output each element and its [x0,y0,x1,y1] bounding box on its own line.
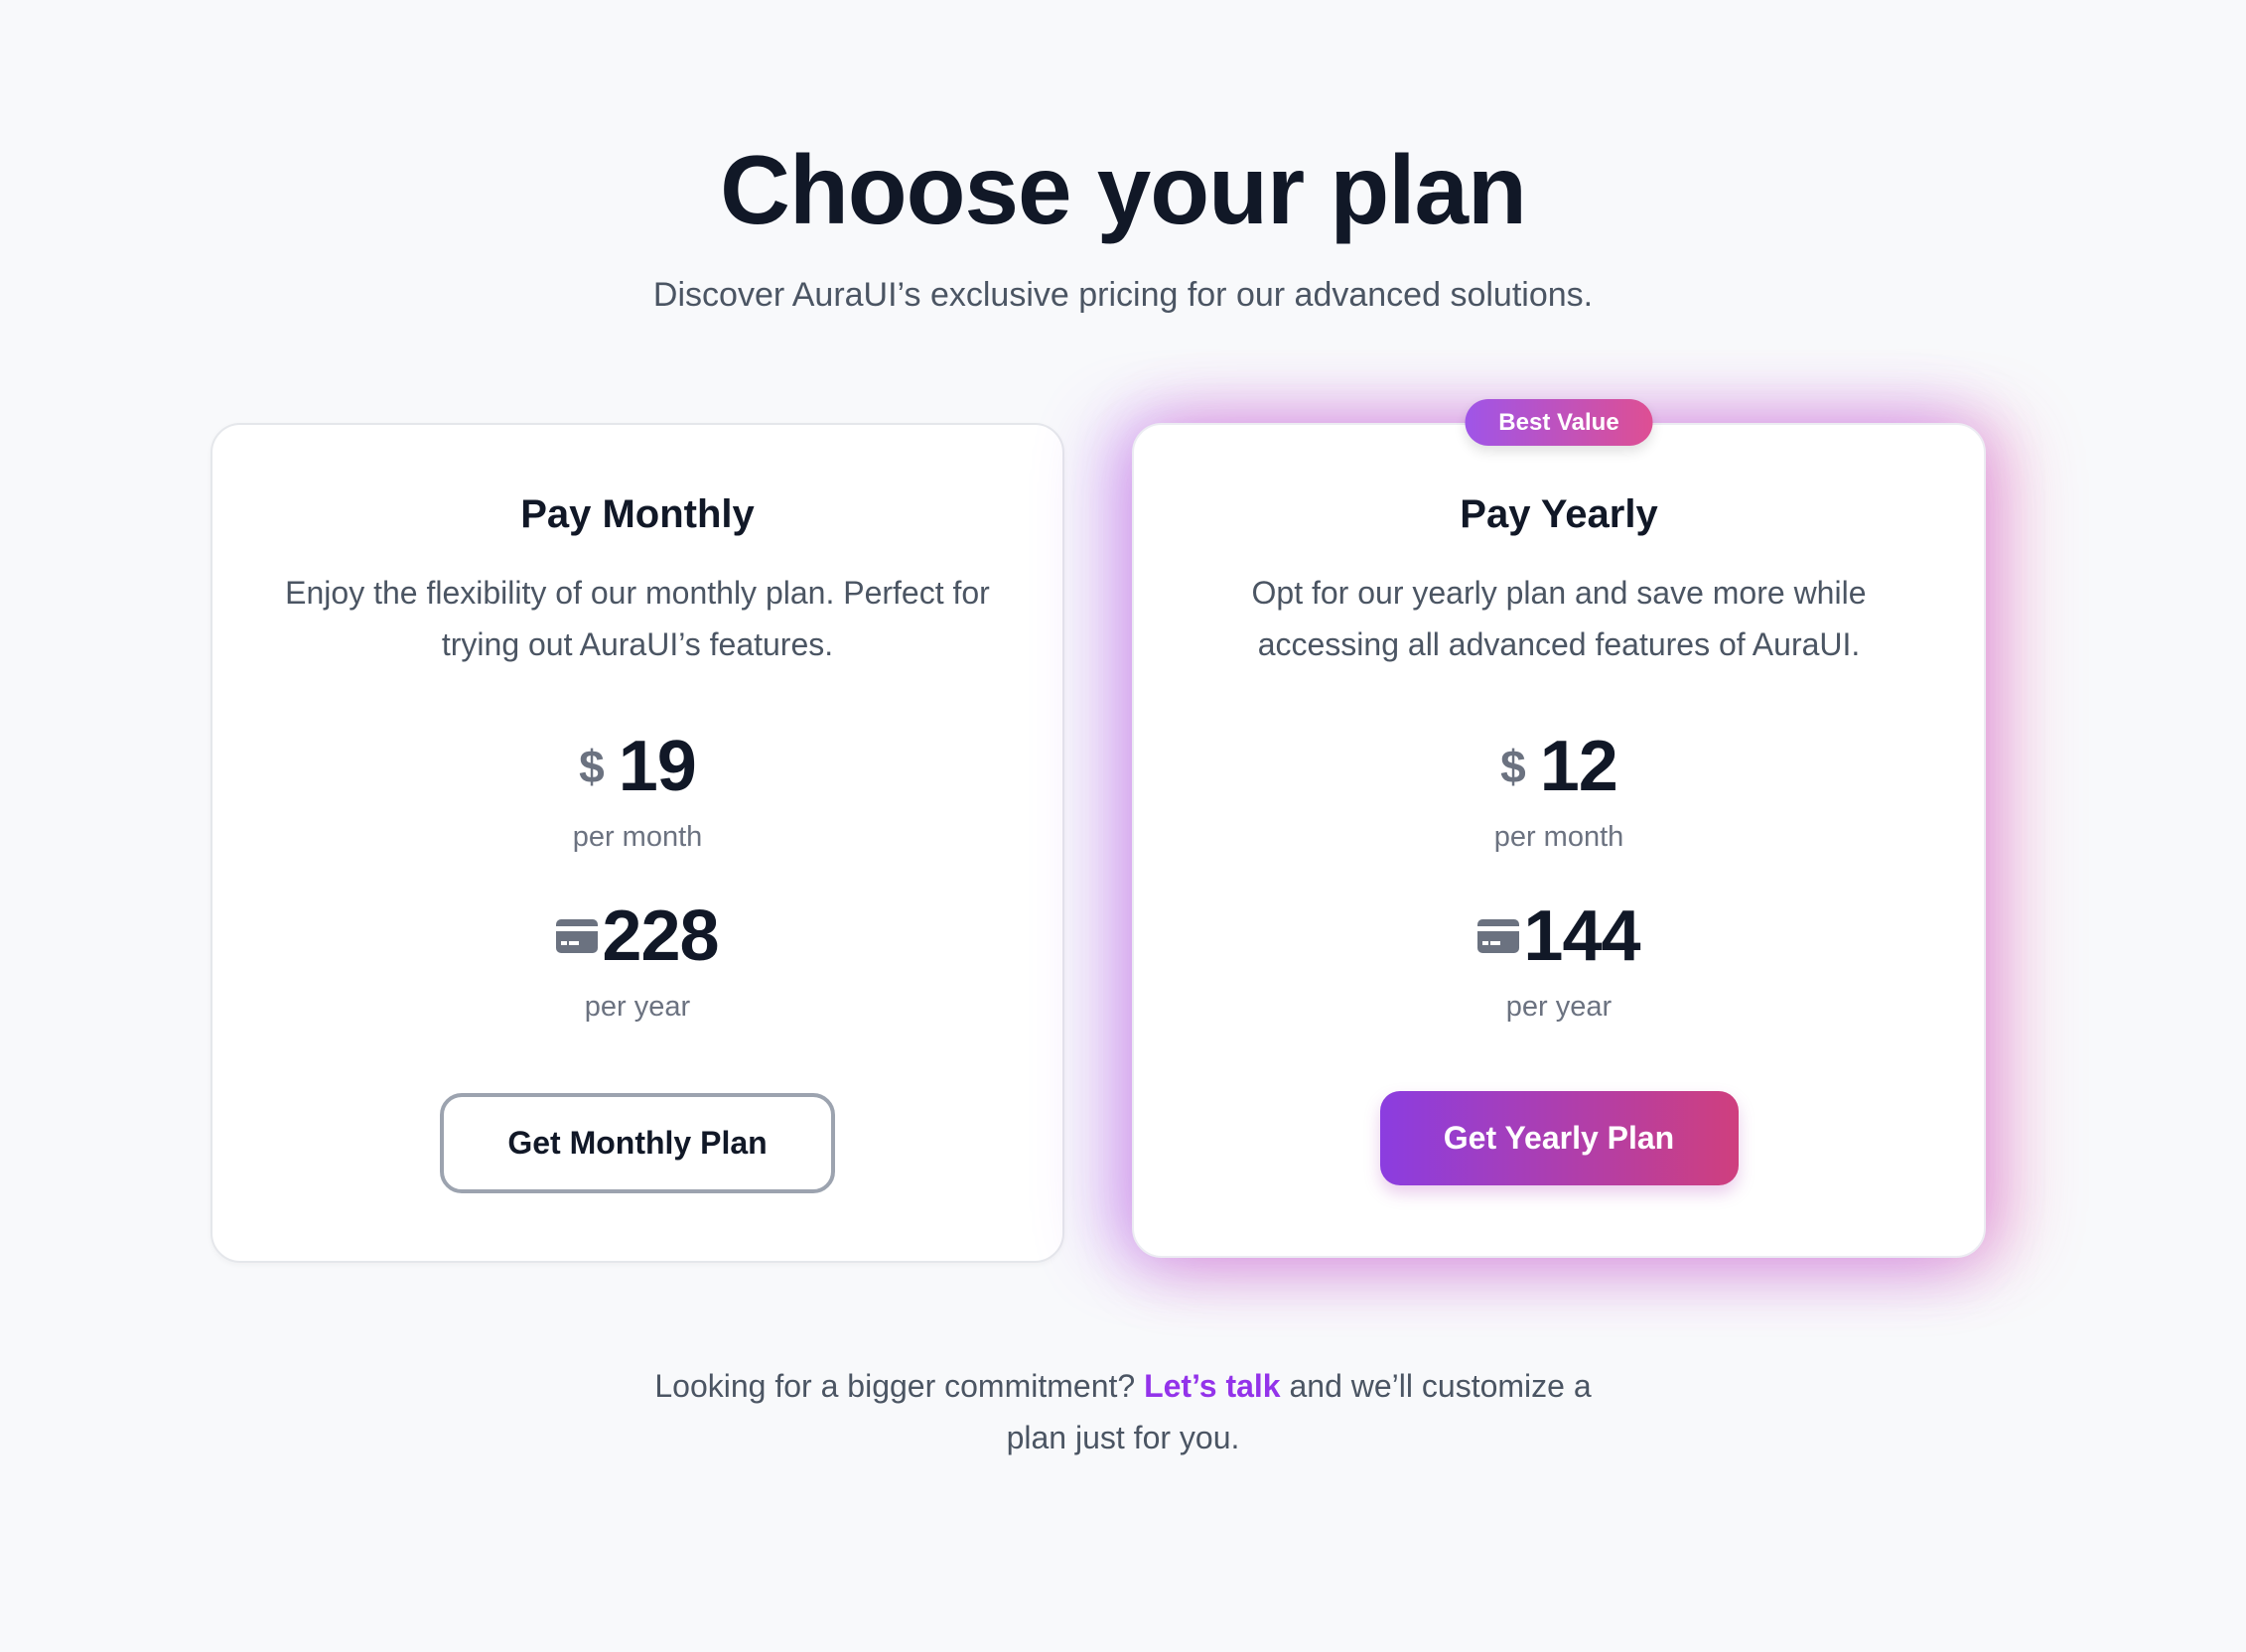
monthly-price-value: 19 [618,727,697,806]
yearly-price: 228 [212,895,1062,977]
monthly-price: $ 12 [1134,726,1984,807]
monthly-price: $ 19 [212,726,1062,807]
dollar-icon: $ [1500,741,1526,792]
footer-note: Looking for a bigger commitment? Let’s t… [0,1360,2246,1463]
monthly-price-value: 12 [1539,727,1618,806]
credit-card-icon [556,919,599,953]
yearly-price-value: 228 [602,896,719,976]
yearly-price: 144 [1134,895,1984,977]
plan-description: Enjoy the flexibility of our monthly pla… [285,575,990,662]
plan-card-monthly: Pay Monthly Enjoy the flexibility of our… [211,423,1064,1263]
credit-card-icon [1477,919,1520,953]
lets-talk-link[interactable]: Let’s talk [1144,1368,1281,1404]
monthly-price-unit: per month [1493,821,1624,853]
dollar-icon: $ [579,741,605,792]
page-title: Choose your plan [720,135,1527,244]
footer-text-before: Looking for a bigger commitment? [654,1368,1145,1404]
yearly-price-value: 144 [1523,896,1640,976]
page-subtitle: Discover AuraUI’s exclusive pricing for … [652,276,1594,314]
plan-title: Pay Monthly [520,492,755,536]
yearly-price-unit: per year [584,991,691,1023]
yearly-price-unit: per year [1505,991,1613,1023]
get-monthly-plan-button[interactable]: Get Monthly Plan [440,1093,835,1193]
monthly-price-unit: per month [572,821,703,853]
plan-title: Pay Yearly [1460,492,1658,536]
plan-description: Opt for our yearly plan and save more wh… [1251,575,1867,662]
best-value-badge: Best Value [1465,399,1653,446]
get-yearly-plan-button[interactable]: Get Yearly Plan [1379,1091,1739,1185]
plan-card-yearly: Best Value Pay Yearly Opt for our yearly… [1132,399,1986,1258]
